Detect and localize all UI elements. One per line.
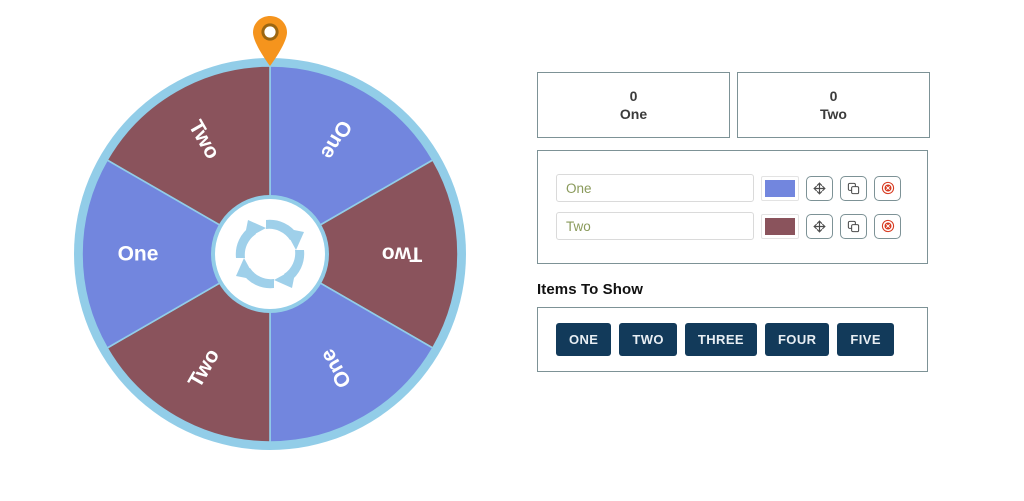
copy-duplicate-icon[interactable] [840,175,867,201]
map-pin-pointer-icon [253,16,287,66]
item-color-swatch[interactable] [761,213,799,239]
counter-box: 0 One [537,72,730,138]
items-to-show-option[interactable]: ONE [556,323,612,356]
hub-face[interactable] [215,199,325,309]
counter-value: 0 [829,88,838,104]
item-color-swatch[interactable] [761,175,799,201]
item-name-input[interactable] [556,212,754,240]
counter-box: 0 Two [737,72,930,138]
copy-duplicate-icon[interactable] [840,213,867,239]
item-color-fill [765,217,795,235]
counter-label: Two [820,106,847,122]
items-editor-panel [537,150,928,264]
circle-x-delete-icon[interactable] [874,175,901,201]
items-to-show-option[interactable]: THREE [684,323,757,356]
arrows-move-icon[interactable] [806,175,833,201]
item-name-input[interactable] [556,174,754,202]
wheel-graphic[interactable]: OneTwoOneTwoOneTwo [72,56,468,452]
items-to-show-option[interactable]: FOUR [764,323,830,356]
items-to-show-option[interactable]: TWO [619,323,677,356]
controls-panel: 0 One 0 Two One Two Items To Show ONE TW… [537,0,1024,501]
wheel-panel: One Two One Two One Two [0,0,530,501]
items-to-show-panel: ONE TWO THREE FOUR FIVE [537,307,928,372]
items-to-show-title: Items To Show [537,281,644,298]
item-row [556,212,909,240]
item-color-fill [765,179,795,197]
arrows-move-icon[interactable] [806,213,833,239]
circle-x-delete-icon[interactable] [874,213,901,239]
counters-row: 0 One 0 Two [537,72,930,138]
items-to-show-option[interactable]: FIVE [837,323,894,356]
spin-wheel[interactable]: One Two One Two One Two [72,56,468,452]
wheel-segment-label: One [118,243,159,266]
item-row [556,174,909,202]
counter-value: 0 [629,88,638,104]
wheel-segment-label: Two [382,243,422,266]
counter-label: One [619,106,648,122]
